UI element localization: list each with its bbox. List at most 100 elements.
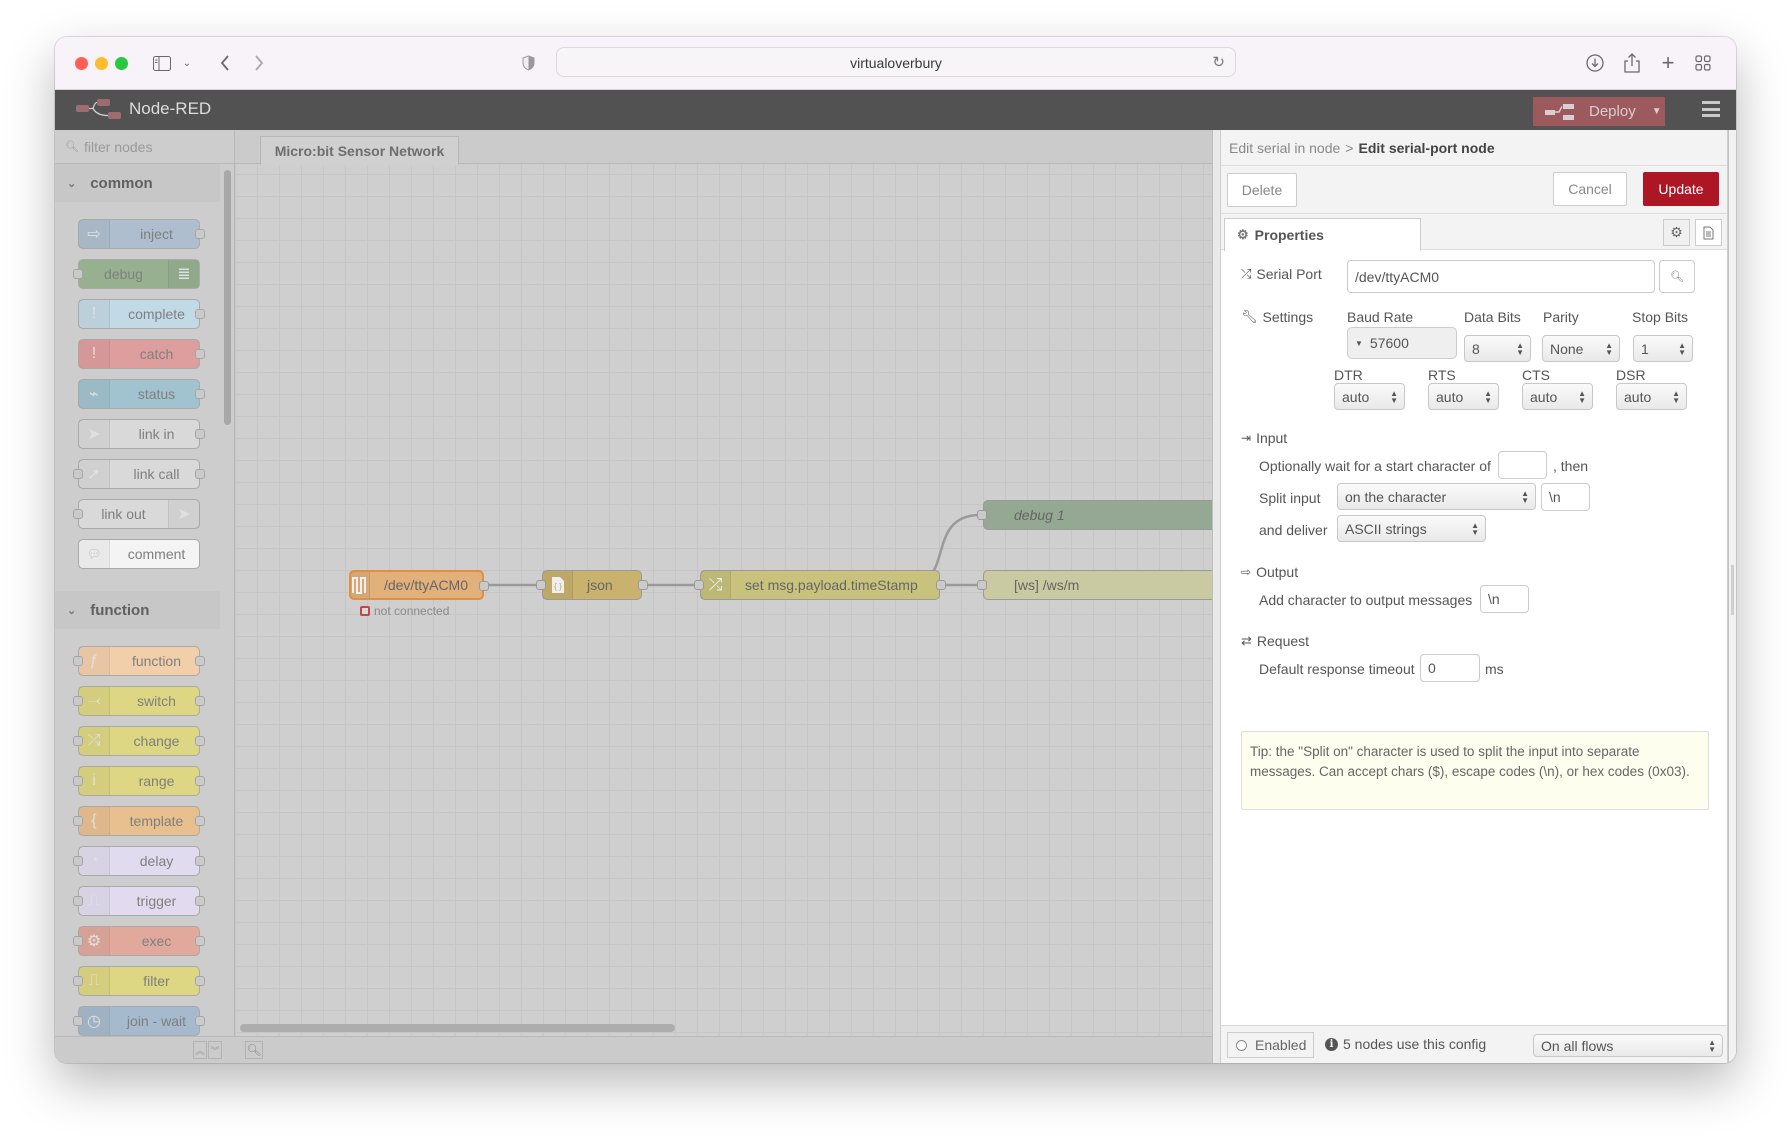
output-port[interactable] [638,580,648,590]
palette-node-delay[interactable]: ◔ delay [73,846,205,876]
flow-node-serial-in[interactable]: /dev/ttyACM0 [349,570,489,600]
palette-node-switch[interactable]: ⤙ switch [73,686,205,716]
delete-button[interactable]: Delete [1227,173,1297,207]
rts-select[interactable]: auto ▲ ▼ [1428,383,1499,410]
flow-node-websocket[interactable]: [ws] /ws/m [977,570,1223,600]
add-char-input[interactable]: \n [1480,585,1529,613]
palette-node-filter[interactable]: ⎍ filter [73,966,205,996]
palette-node-label: delay [139,853,174,869]
node-settings-gear-icon[interactable]: ⚙ [1663,219,1690,246]
input-port[interactable] [694,580,704,590]
palette-node-change[interactable]: ⤮ change [73,726,205,756]
palette-node-catch[interactable]: ! catch [78,339,205,369]
palette-node-status[interactable]: ⌁ status [78,379,205,409]
comment-icon: 💬︎ [79,540,110,568]
new-tab-icon[interactable]: + [1658,49,1678,77]
palette-node-exec[interactable]: ⚙ exec [73,926,205,956]
deliver-label: and deliver [1259,522,1328,538]
address-bar[interactable]: virtualoverbury ↻ [556,47,1236,77]
scrollbar-grip[interactable] [1731,565,1734,615]
palette-node-join---wait[interactable]: ◷ join - wait [73,1006,205,1036]
flow-node-json[interactable]: {} json [536,570,648,600]
trigger-icon: ⎍ [79,887,110,915]
serial-port-search-button[interactable]: 🔍︎ [1659,260,1695,293]
palette-category-common[interactable]: ⌄ common [55,164,220,202]
node-red-logo-icon [76,99,121,119]
flow-canvas[interactable]: Micro:bit Sensor Network /dev/ttyACM0 no… [235,130,1223,1063]
deploy-menu-caret-icon[interactable]: ▼ [1652,106,1662,117]
enabled-toggle[interactable]: Enabled [1227,1032,1314,1058]
palette-node-link-in[interactable]: ➤ link in [78,419,205,449]
rts-value: auto [1436,388,1464,405]
description-document-icon[interactable] [1695,219,1722,246]
zoom-window-button[interactable] [115,57,128,70]
sidebar-toggle-icon[interactable] [150,49,174,77]
tab-properties[interactable]: ⚙ Properties [1224,218,1421,251]
palette-scrollbar[interactable] [224,170,231,425]
chevron-down-icon[interactable]: ⌄ [180,49,194,77]
data-bits-select[interactable]: 8 ▲ ▼ [1464,335,1531,362]
input-port[interactable] [977,580,987,590]
output-port[interactable] [936,580,946,590]
split-char-input[interactable]: \n [1541,483,1590,511]
palette-category-label: common [90,174,153,192]
tab-overview-icon[interactable] [1693,49,1713,77]
search-flows-icon[interactable]: 🔍︎ [245,1041,263,1059]
timeout-input[interactable]: 0 [1420,654,1480,682]
parity-select[interactable]: None ▲ ▼ [1542,335,1620,362]
palette-category-label: function [90,601,150,619]
breadcrumb-parent[interactable]: Edit serial in node [1229,140,1340,156]
palette-node-label: comment [127,546,186,562]
start-char-input[interactable] [1498,451,1547,479]
minimize-window-button[interactable] [95,57,108,70]
download-icon[interactable] [1585,49,1605,77]
flow-tab[interactable]: Micro:bit Sensor Network [260,136,459,165]
editor-resize-handle[interactable] [1212,130,1220,1063]
input-port [73,936,83,946]
stop-bits-select[interactable]: 1 ▲ ▼ [1633,335,1693,362]
input-port[interactable] [536,580,546,590]
serial-port-input[interactable]: /dev/ttyACM0 [1347,260,1655,293]
update-button[interactable]: Update [1643,172,1719,206]
output-port[interactable] [479,581,489,591]
deploy-button[interactable]: Deploy ▼ [1533,97,1665,126]
range-icon: i [79,767,110,795]
palette-node-inject[interactable]: ⇨ inject [78,219,205,249]
share-icon[interactable] [1622,49,1642,77]
canvas-horizontal-scrollbar[interactable] [240,1024,675,1032]
palette-node-link-out[interactable]: link out ➤ [73,499,200,529]
back-icon[interactable] [215,49,235,77]
palette-node-complete[interactable]: ! complete [78,299,205,329]
palette-node-comment[interactable]: 💬︎ comment [78,539,200,569]
input-port[interactable] [977,510,987,520]
palette-category-function[interactable]: ⌄ function [55,591,220,629]
cts-select[interactable]: auto ▲ ▼ [1522,383,1593,410]
palette-node-range[interactable]: i range [73,766,205,796]
tab-properties-label: Properties [1254,227,1324,243]
flow-node-change[interactable]: ⤮ set msg.payload.timeStamp [694,570,946,600]
forward-icon[interactable] [249,49,269,77]
palette-node-debug[interactable]: debug ≣ [73,259,200,289]
config-scope-select[interactable]: On all flows ▲ ▼ [1533,1034,1723,1057]
cancel-button[interactable]: Cancel [1553,172,1627,206]
privacy-shield-icon[interactable] [520,49,536,77]
dtr-select[interactable]: auto ▲ ▼ [1334,383,1405,410]
main-menu-icon[interactable] [1702,101,1720,117]
input-port [73,976,83,986]
palette-node-link-call[interactable]: ➚ link call [73,459,205,489]
palette-node-trigger[interactable]: ⎍ trigger [73,886,205,916]
palette-node-function[interactable]: ƒ function [73,646,205,676]
expand-all-icon[interactable]: ︽ [193,1041,207,1059]
reload-icon[interactable]: ↻ [1212,53,1225,71]
palette-node-template[interactable]: {template [73,806,205,836]
palette-filter-input[interactable]: 🔍︎ filter nodes [55,130,234,164]
exclamation-icon: ! [79,300,110,328]
dsr-select[interactable]: auto ▲ ▼ [1616,383,1687,410]
flow-node-debug[interactable]: debug 1 [977,500,1223,530]
deliver-select[interactable]: ASCII strings ▲ ▼ [1337,515,1486,542]
close-window-button[interactable] [75,57,88,70]
collapse-all-icon[interactable]: ︾ [208,1041,222,1059]
baud-rate-combobox[interactable]: ▼ 57600 [1347,327,1457,359]
output-port [195,469,205,479]
split-input-select[interactable]: on the character ▲ ▼ [1337,483,1536,510]
